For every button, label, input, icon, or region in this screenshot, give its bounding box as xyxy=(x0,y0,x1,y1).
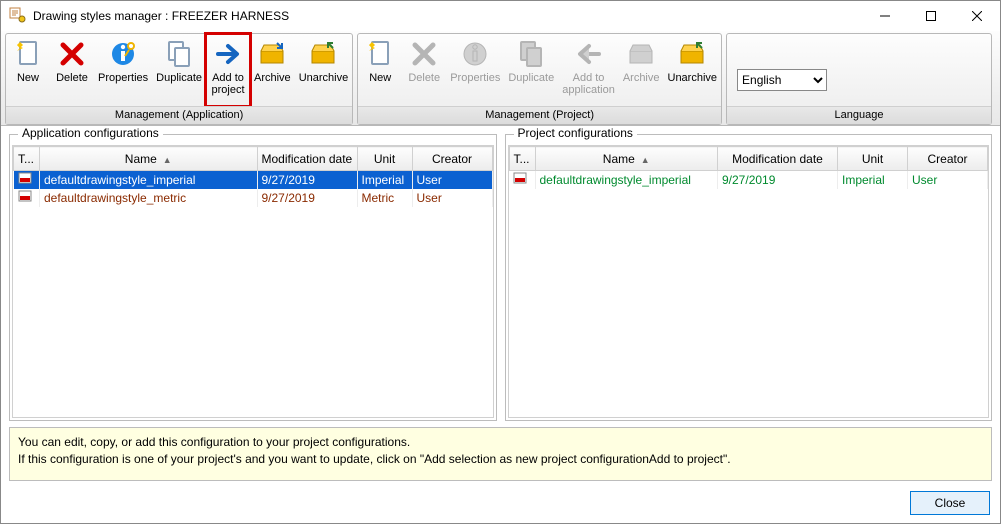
ribbon-group-language: English Language xyxy=(726,33,992,125)
col-unit[interactable]: Unit xyxy=(357,147,412,171)
sort-asc-icon: ▲ xyxy=(641,155,650,165)
application-configurations-pane: Application configurations T... Name▲ Mo… xyxy=(9,134,497,421)
application-configurations-table[interactable]: T... Name▲ Modification date Unit Creato… xyxy=(13,146,493,207)
unarchive-icon xyxy=(676,38,708,70)
proj-add-to-application-button[interactable]: Add to application xyxy=(558,34,619,106)
app-archive-label: Archive xyxy=(254,72,291,84)
language-select[interactable]: English xyxy=(737,69,827,91)
col-creator[interactable]: Creator xyxy=(412,147,492,171)
dwg-file-icon xyxy=(513,172,527,184)
cell-creator: User xyxy=(908,171,988,189)
properties-icon xyxy=(107,38,139,70)
archive-icon xyxy=(625,38,657,70)
app-unarchive-label: Unarchive xyxy=(299,72,349,84)
app-delete-button[interactable]: Delete xyxy=(50,34,94,106)
app-new-label: New xyxy=(17,72,39,84)
proj-properties-button[interactable]: Properties xyxy=(446,34,504,106)
cell-name: defaultdrawingstyle_metric xyxy=(40,189,258,207)
cell-mod: 9/27/2019 xyxy=(257,171,357,189)
ribbon-group-lang-caption: Language xyxy=(727,106,991,124)
cell-name: defaultdrawingstyle_imperial xyxy=(40,171,258,189)
cell-name: defaultdrawingstyle_imperial xyxy=(535,171,718,189)
cell-unit: Metric xyxy=(357,189,412,207)
ribbon-group-application: New Delete Properties Duplicate Add to p… xyxy=(5,33,353,125)
maximize-button[interactable] xyxy=(908,1,954,31)
app-icon xyxy=(9,7,27,25)
ribbon-group-project: New Delete Properties Duplicate Add to a… xyxy=(357,33,722,125)
left-pane-title: Application configurations xyxy=(18,126,163,140)
proj-unarchive-label: Unarchive xyxy=(668,72,718,84)
duplicate-icon xyxy=(163,38,195,70)
proj-new-label: New xyxy=(369,72,391,84)
table-row[interactable]: defaultdrawingstyle_metric 9/27/2019 Met… xyxy=(14,189,493,207)
table-row[interactable]: defaultdrawingstyle_imperial 9/27/2019 I… xyxy=(509,171,988,189)
ribbon-group-app-caption: Management (Application) xyxy=(6,106,352,124)
proj-duplicate-label: Duplicate xyxy=(508,72,554,84)
app-unarchive-button[interactable]: Unarchive xyxy=(295,34,353,106)
bottom-bar: Close xyxy=(1,487,1000,523)
ribbon: New Delete Properties Duplicate Add to p… xyxy=(1,31,1000,126)
dwg-file-icon xyxy=(18,172,32,184)
app-duplicate-label: Duplicate xyxy=(156,72,202,84)
proj-unarchive-button[interactable]: Unarchive xyxy=(664,34,722,106)
info-panel: You can edit, copy, or add this configur… xyxy=(9,427,992,481)
cell-mod: 9/27/2019 xyxy=(718,171,838,189)
col-mod[interactable]: Modification date xyxy=(718,147,838,171)
window-title: Drawing styles manager : FREEZER HARNESS xyxy=(33,9,862,23)
app-archive-button[interactable]: Archive xyxy=(250,34,295,106)
proj-properties-label: Properties xyxy=(450,72,500,84)
col-name[interactable]: Name▲ xyxy=(535,147,718,171)
titlebar: Drawing styles manager : FREEZER HARNESS xyxy=(1,1,1000,31)
arrow-right-icon xyxy=(212,38,244,70)
proj-archive-label: Archive xyxy=(623,72,660,84)
arrow-left-icon xyxy=(573,38,605,70)
project-configurations-table[interactable]: T... Name▲ Modification date Unit Creato… xyxy=(509,146,989,189)
app-new-button[interactable]: New xyxy=(6,34,50,106)
col-mod[interactable]: Modification date xyxy=(257,147,357,171)
cell-creator: User xyxy=(412,171,492,189)
close-window-button[interactable] xyxy=(954,1,1000,31)
app-add-to-project-button[interactable]: Add to project xyxy=(206,34,250,106)
app-properties-button[interactable]: Properties xyxy=(94,34,152,106)
proj-add-label: Add to application xyxy=(562,72,615,96)
project-configurations-pane: Project configurations T... Name▲ Modifi… xyxy=(505,134,993,421)
col-unit[interactable]: Unit xyxy=(838,147,908,171)
app-properties-label: Properties xyxy=(98,72,148,84)
proj-new-button[interactable]: New xyxy=(358,34,402,106)
new-icon xyxy=(12,38,44,70)
col-creator[interactable]: Creator xyxy=(908,147,988,171)
right-pane-title: Project configurations xyxy=(514,126,637,140)
dwg-file-icon xyxy=(18,190,32,202)
delete-icon xyxy=(56,38,88,70)
col-type[interactable]: T... xyxy=(14,147,40,171)
info-line-1: You can edit, copy, or add this configur… xyxy=(18,434,983,451)
new-icon xyxy=(364,38,396,70)
ribbon-group-proj-caption: Management (Project) xyxy=(358,106,721,124)
delete-icon xyxy=(408,38,440,70)
cell-unit: Imperial xyxy=(838,171,908,189)
cell-creator: User xyxy=(412,189,492,207)
body: Application configurations T... Name▲ Mo… xyxy=(1,126,1000,425)
archive-icon xyxy=(256,38,288,70)
proj-delete-label: Delete xyxy=(408,72,440,84)
app-add-label: Add to project xyxy=(211,72,244,96)
cell-unit: Imperial xyxy=(357,171,412,189)
window: Drawing styles manager : FREEZER HARNESS… xyxy=(0,0,1001,524)
proj-delete-button[interactable]: Delete xyxy=(402,34,446,106)
cell-mod: 9/27/2019 xyxy=(257,189,357,207)
unarchive-icon xyxy=(307,38,339,70)
proj-archive-button[interactable]: Archive xyxy=(619,34,664,106)
app-duplicate-button[interactable]: Duplicate xyxy=(152,34,206,106)
app-delete-label: Delete xyxy=(56,72,88,84)
duplicate-icon xyxy=(515,38,547,70)
proj-duplicate-button[interactable]: Duplicate xyxy=(504,34,558,106)
properties-icon xyxy=(459,38,491,70)
col-type[interactable]: T... xyxy=(509,147,535,171)
close-button[interactable]: Close xyxy=(910,491,990,515)
minimize-button[interactable] xyxy=(862,1,908,31)
table-row[interactable]: defaultdrawingstyle_imperial 9/27/2019 I… xyxy=(14,171,493,189)
info-line-2: If this configuration is one of your pro… xyxy=(18,451,983,468)
sort-asc-icon: ▲ xyxy=(163,155,172,165)
col-name[interactable]: Name▲ xyxy=(40,147,258,171)
